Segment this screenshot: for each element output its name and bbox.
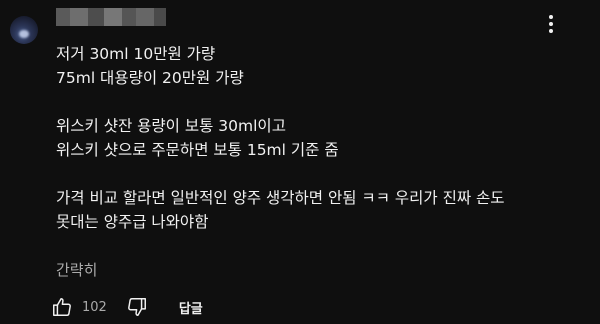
comment-actions: 102 답글 <box>50 295 203 319</box>
comment-line: 75ml 대용량이 20만원 가량 <box>56 69 244 87</box>
more-vertical-icon[interactable] <box>543 12 559 36</box>
like-count: 102 <box>82 299 107 315</box>
comment-blank-line <box>56 162 586 186</box>
username-redacted <box>56 8 166 26</box>
comment-line: 위스키 샷으로 주문하면 보통 15ml 기준 줌 <box>56 141 339 159</box>
comment-line: 가격 비교 할라면 일반적인 양주 생각하면 안됨 ㅋㅋ 우리가 진짜 손도 <box>56 189 505 207</box>
thumbs-down-icon[interactable] <box>125 295 149 319</box>
comment-blank-line <box>56 90 586 114</box>
comment-text: 저거 30ml 10만원 가량 75ml 대용량이 20만원 가량 위스키 샷잔… <box>56 42 586 234</box>
reply-button[interactable]: 답글 <box>179 298 203 317</box>
read-less-button[interactable]: 간략히 <box>56 259 97 280</box>
avatar-image <box>19 30 29 38</box>
avatar[interactable] <box>10 16 38 44</box>
comment-line: 저거 30ml 10만원 가량 <box>56 45 216 63</box>
comment-line: 위스키 샷잔 용량이 보통 30ml이고 <box>56 117 286 135</box>
comment-line: 못대는 양주급 나와야함 <box>56 213 209 231</box>
thumbs-up-icon[interactable] <box>50 295 74 319</box>
